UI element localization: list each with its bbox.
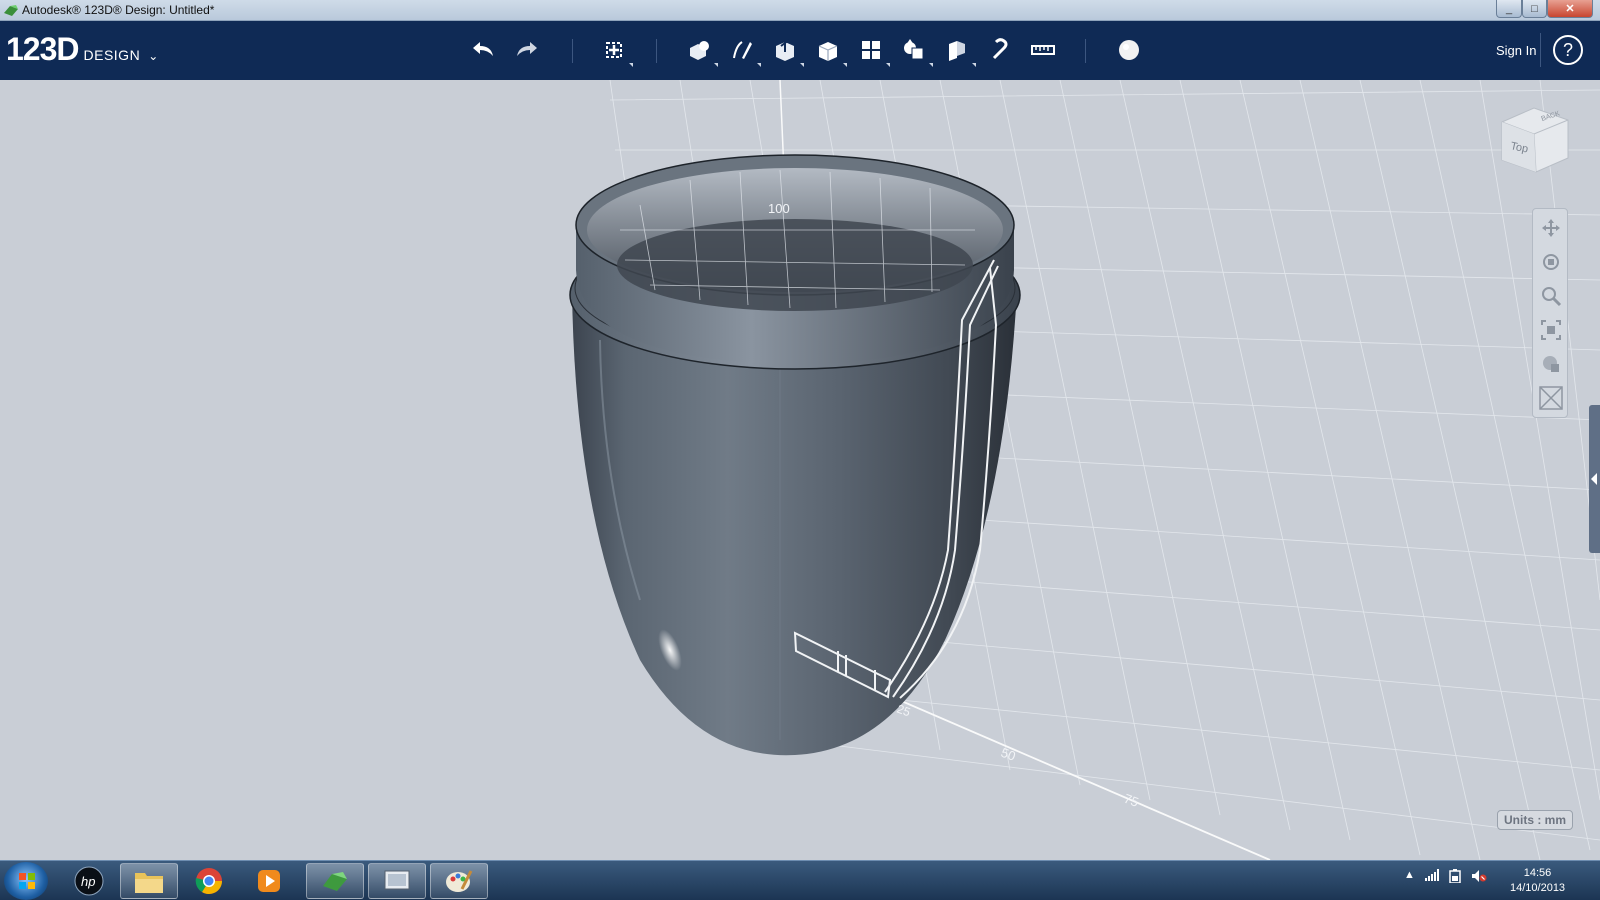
svg-text:hp: hp (81, 874, 95, 889)
construct-icon (776, 39, 794, 61)
3d-viewport[interactable]: 100 50 75 25 Top BACK Units: mm (0, 80, 1600, 860)
123d-app-taskbar-icon (323, 872, 347, 891)
123d-app-icon (4, 5, 18, 16)
toolbar-divider (572, 39, 573, 63)
logo-main-text: 123D (6, 31, 79, 67)
hp-taskbar-button[interactable]: hp (60, 863, 118, 899)
grid-label-75: 75 (1122, 791, 1141, 810)
redo-button[interactable] (512, 35, 542, 65)
transform-button[interactable] (599, 35, 633, 67)
pan-button[interactable] (1537, 214, 1565, 242)
grouping-icon (904, 39, 924, 60)
zoom-icon (1542, 287, 1562, 307)
maximize-button[interactable]: □ (1522, 0, 1547, 18)
orbit-icon (1543, 254, 1559, 270)
system-clock[interactable]: 14:56 14/10/2013 (1510, 866, 1565, 896)
123d-taskbar-button[interactable] (306, 863, 364, 899)
combine-button[interactable] (942, 35, 976, 67)
chrome-taskbar-button[interactable] (180, 863, 238, 899)
system-tray: ▲ (1404, 869, 1487, 883)
combine-icon (949, 41, 965, 61)
hp-icon: hp (74, 866, 104, 896)
undo-icon (473, 42, 493, 56)
toolbar-divider (656, 39, 657, 63)
media-player-taskbar-button[interactable] (240, 863, 298, 899)
toolbar-divider (1540, 33, 1541, 67)
toolbar-divider (1085, 39, 1086, 63)
sign-in-link[interactable]: Sign In (1496, 43, 1536, 58)
pattern-button[interactable] (856, 35, 890, 67)
transform-icon (606, 42, 622, 58)
zoom-button[interactable] (1537, 282, 1565, 310)
help-button[interactable]: ? (1553, 35, 1583, 65)
primitives-button[interactable] (684, 35, 718, 67)
primitives-icon (690, 41, 709, 60)
grouping-button[interactable] (899, 35, 933, 67)
chrome-icon (195, 868, 223, 895)
close-button[interactable]: ✕ (1547, 0, 1593, 18)
material-button[interactable] (1114, 35, 1144, 65)
battery-icon[interactable] (1449, 869, 1461, 883)
view-cube-icon: Top BACK (1501, 107, 1569, 173)
show-hidden-icons-button[interactable]: ▲ (1404, 869, 1415, 883)
grid-label-50: 50 (999, 745, 1018, 764)
sketch-button[interactable] (727, 35, 761, 67)
windows-flag-icon (19, 873, 35, 889)
network-icon[interactable] (1424, 869, 1439, 881)
clock-time: 14:56 (1523, 867, 1552, 879)
chevron-down-icon: ⌄ (148, 49, 159, 63)
paint-icon (446, 870, 473, 892)
fit-icon (1541, 320, 1561, 340)
view-icon (1543, 356, 1559, 372)
redo-icon (517, 42, 537, 56)
snap-icon (992, 38, 1008, 60)
snap-button[interactable] (985, 35, 1015, 65)
minimize-button[interactable]: _ (1496, 0, 1522, 18)
grid-label-100: 100 (768, 201, 790, 216)
explorer-icon (135, 873, 163, 893)
modify-icon (818, 42, 838, 61)
pan-icon (1542, 219, 1560, 237)
side-panel-toggle[interactable] (1589, 405, 1600, 553)
navigation-bar (1532, 208, 1568, 418)
measure-button[interactable] (1028, 35, 1058, 65)
window-titlebar: Autodesk® 123D® Design: Untitled* _ □ ✕ (0, 0, 1600, 21)
construct-button[interactable] (770, 35, 804, 67)
material-icon (1119, 40, 1139, 60)
view-cube[interactable]: Top BACK (1496, 100, 1576, 180)
windows-taskbar: hp ▲ 14:56 14/10/2013 (0, 860, 1600, 900)
view-button[interactable] (1537, 350, 1565, 378)
media-player-icon (258, 870, 280, 892)
video-taskbar-button[interactable] (368, 863, 426, 899)
undo-button[interactable] (468, 35, 498, 65)
fit-button[interactable] (1537, 316, 1565, 344)
explorer-taskbar-button[interactable] (120, 863, 178, 899)
cup-model[interactable]: 100 (569, 154, 1021, 756)
scene-canvas[interactable]: 100 50 75 25 (0, 80, 1600, 860)
paint-taskbar-button[interactable] (430, 863, 488, 899)
volume-muted-icon[interactable] (1471, 869, 1487, 883)
pattern-icon (862, 41, 880, 59)
start-button[interactable] (4, 862, 48, 900)
measure-icon (1031, 45, 1055, 55)
clock-date: 14/10/2013 (1510, 882, 1566, 894)
visibility-icon (1539, 386, 1563, 410)
app-menu-button[interactable]: 123D DESIGN ⌄ (6, 31, 158, 68)
window-title: Autodesk® 123D® Design: Untitled* (22, 3, 215, 17)
modify-button[interactable] (813, 35, 847, 67)
dropdown-arrow-icon (629, 63, 633, 67)
visibility-button[interactable] (1537, 384, 1565, 412)
video-icon (384, 870, 410, 890)
logo-sub-text: DESIGN (83, 47, 141, 63)
units-indicator[interactable]: Units : mm (1497, 810, 1574, 830)
main-toolbar: 123D DESIGN ⌄ Sign In ? (0, 21, 1600, 80)
sketch-icon (733, 41, 752, 59)
orbit-button[interactable] (1537, 248, 1565, 276)
